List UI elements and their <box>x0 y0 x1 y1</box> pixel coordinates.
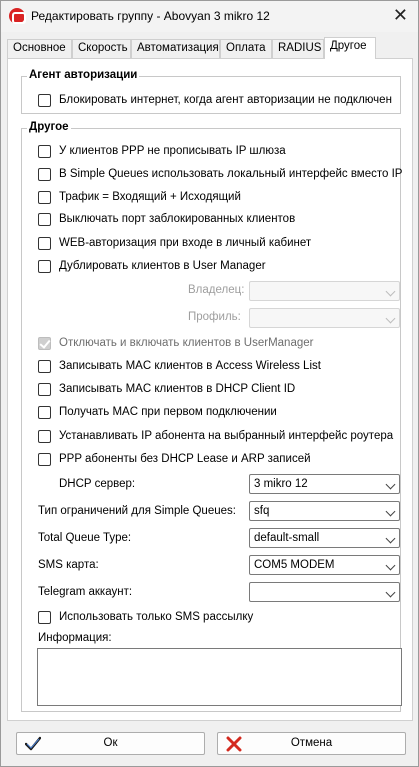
no-ppp-gateway-checkbox[interactable]: У клиентов PPP не прописывать IP шлюза <box>38 143 286 159</box>
checkbox-box[interactable] <box>38 405 51 419</box>
sms-card-select[interactable]: COM5 MODEM <box>249 555 400 575</box>
checkbox-box <box>38 336 51 350</box>
dialog-window: Редактировать группу - Abovyan 3 mikro 1… <box>0 0 419 767</box>
title-bar: Редактировать группу - Abovyan 3 mikro 1… <box>1 1 418 32</box>
queue-type-value: default-small <box>254 532 320 544</box>
checkbox-label: PPP абоненты без DHCP Lease и ARP записе… <box>59 453 311 465</box>
mac-dhcp-checkbox[interactable]: Записывать MAC клиентов в DHCP Client ID <box>38 381 295 397</box>
traffic-sum-checkbox[interactable]: Трафик = Входящий + Исходящий <box>38 189 241 205</box>
profile-select <box>249 308 400 328</box>
owner-label: Владелец: <box>188 284 245 296</box>
mac-first-connect-checkbox[interactable]: Получать MAC при первом подключении <box>38 404 277 420</box>
window-title: Редактировать группу - Abovyan 3 mikro 1… <box>31 9 270 23</box>
local-interface-checkbox[interactable]: В Simple Queues использовать локальный и… <box>38 166 402 182</box>
checkbox-box[interactable] <box>38 190 51 204</box>
tab-other[interactable]: Другое <box>324 37 376 59</box>
checkbox-box[interactable] <box>38 93 51 107</box>
sms-card-value: COM5 MODEM <box>254 559 335 571</box>
checkbox-box[interactable] <box>38 144 51 158</box>
close-icon[interactable]: ✕ <box>393 5 408 26</box>
info-textarea[interactable] <box>37 648 402 706</box>
tab-basic[interactable]: Основное <box>7 39 72 58</box>
checkbox-box[interactable] <box>38 359 51 373</box>
checkbox-label: Блокировать интернет, когда агент автори… <box>59 94 392 106</box>
sms-card-label: SMS карта: <box>38 559 99 571</box>
disable-port-checkbox[interactable]: Выключать порт заблокированных клиентов <box>38 211 295 227</box>
set-ip-interface-checkbox[interactable]: Устанавливать IP абонента на выбранный и… <box>38 428 393 444</box>
chevron-down-icon <box>385 313 396 324</box>
tab-payment[interactable]: Оплата <box>220 39 272 58</box>
checkbox-label: Записывать MAC клиентов в DHCP Client ID <box>59 383 296 395</box>
queue-type-select[interactable]: default-small <box>249 528 400 548</box>
ppp-no-dhcp-checkbox[interactable]: PPP абоненты без DHCP Lease и ARP записе… <box>38 451 311 467</box>
usermanager-toggle-checkbox: Отключать и включать клиентов в UserMana… <box>38 335 313 351</box>
cancel-label: Отмена <box>290 737 333 749</box>
telegram-select[interactable] <box>249 582 400 602</box>
tab-panel-other: Агент авторизации Блокировать интернет, … <box>7 58 413 721</box>
checkbox-box[interactable] <box>38 382 51 396</box>
queue-type-label: Total Queue Type: <box>38 532 132 544</box>
checkbox-box[interactable] <box>38 212 51 226</box>
checkbox-box[interactable] <box>38 452 51 466</box>
ok-button[interactable]: Ок <box>16 732 205 755</box>
chevron-down-icon <box>385 560 396 571</box>
checkbox-box[interactable] <box>38 610 51 624</box>
checkbox-label: У клиентов PPP не прописывать IP шлюза <box>59 145 286 157</box>
checkbox-box[interactable] <box>38 236 51 250</box>
duplicate-usermanager-checkbox[interactable]: Дублировать клиентов в User Manager <box>38 258 266 274</box>
chevron-down-icon <box>385 533 396 544</box>
checkbox-label: В Simple Queues использовать локальный и… <box>59 168 403 180</box>
chevron-down-icon <box>385 286 396 297</box>
checkbox-label: WEB-авторизация при входе в личный кабин… <box>59 237 312 249</box>
chevron-down-icon <box>385 506 396 517</box>
telegram-label: Telegram аккаунт: <box>38 586 133 598</box>
block-internet-checkbox[interactable]: Блокировать интернет, когда агент автори… <box>38 92 392 108</box>
profile-label: Профиль: <box>188 311 241 323</box>
sms-only-checkbox[interactable]: Использовать только SMS рассылку <box>38 609 253 625</box>
checkbox-label: Дублировать клиентов в User Manager <box>59 260 266 272</box>
ok-label: Ок <box>103 737 118 749</box>
dhcp-server-value: 3 mikro 12 <box>254 478 308 490</box>
checkbox-box[interactable] <box>38 167 51 181</box>
web-auth-checkbox[interactable]: WEB-авторизация при входе в личный кабин… <box>38 235 311 251</box>
dhcp-server-select[interactable]: 3 mikro 12 <box>249 474 400 494</box>
info-label: Информация: <box>38 632 112 644</box>
auth-agent-legend: Агент авторизации <box>27 69 140 81</box>
checkbox-label: Трафик = Входящий + Исходящий <box>59 191 241 203</box>
tab-speed[interactable]: Скорость <box>72 39 131 58</box>
cancel-button[interactable]: Отмена <box>217 732 406 755</box>
chevron-down-icon <box>385 479 396 490</box>
chevron-down-icon <box>385 587 396 598</box>
limit-type-value: sfq <box>254 505 270 517</box>
tab-automation[interactable]: Автоматизация <box>131 39 220 58</box>
other-legend: Другое <box>27 121 71 133</box>
checkbox-box[interactable] <box>38 429 51 443</box>
tab-radius[interactable]: RADIUS <box>272 39 324 58</box>
dhcp-server-label: DHCP сервер: <box>59 478 136 490</box>
checkbox-label: Использовать только SMS рассылку <box>59 611 254 623</box>
app-logo-icon <box>9 8 26 24</box>
mac-wireless-checkbox[interactable]: Записывать MAC клиентов в Access Wireles… <box>38 358 321 374</box>
checkbox-label: Устанавливать IP абонента на выбранный и… <box>59 430 394 442</box>
checkbox-label: Отключать и включать клиентов в UserMana… <box>59 337 314 349</box>
checkbox-label: Записывать MAC клиентов в Access Wireles… <box>59 360 321 372</box>
owner-select <box>249 281 400 301</box>
checkbox-label: Выключать порт заблокированных клиентов <box>59 213 296 225</box>
checkbox-label: Получать MAC при первом подключении <box>59 406 277 418</box>
limit-type-label: Тип ограничений для Simple Queues: <box>38 505 236 517</box>
checkbox-box[interactable] <box>38 259 51 273</box>
limit-type-select[interactable]: sfq <box>249 501 400 521</box>
